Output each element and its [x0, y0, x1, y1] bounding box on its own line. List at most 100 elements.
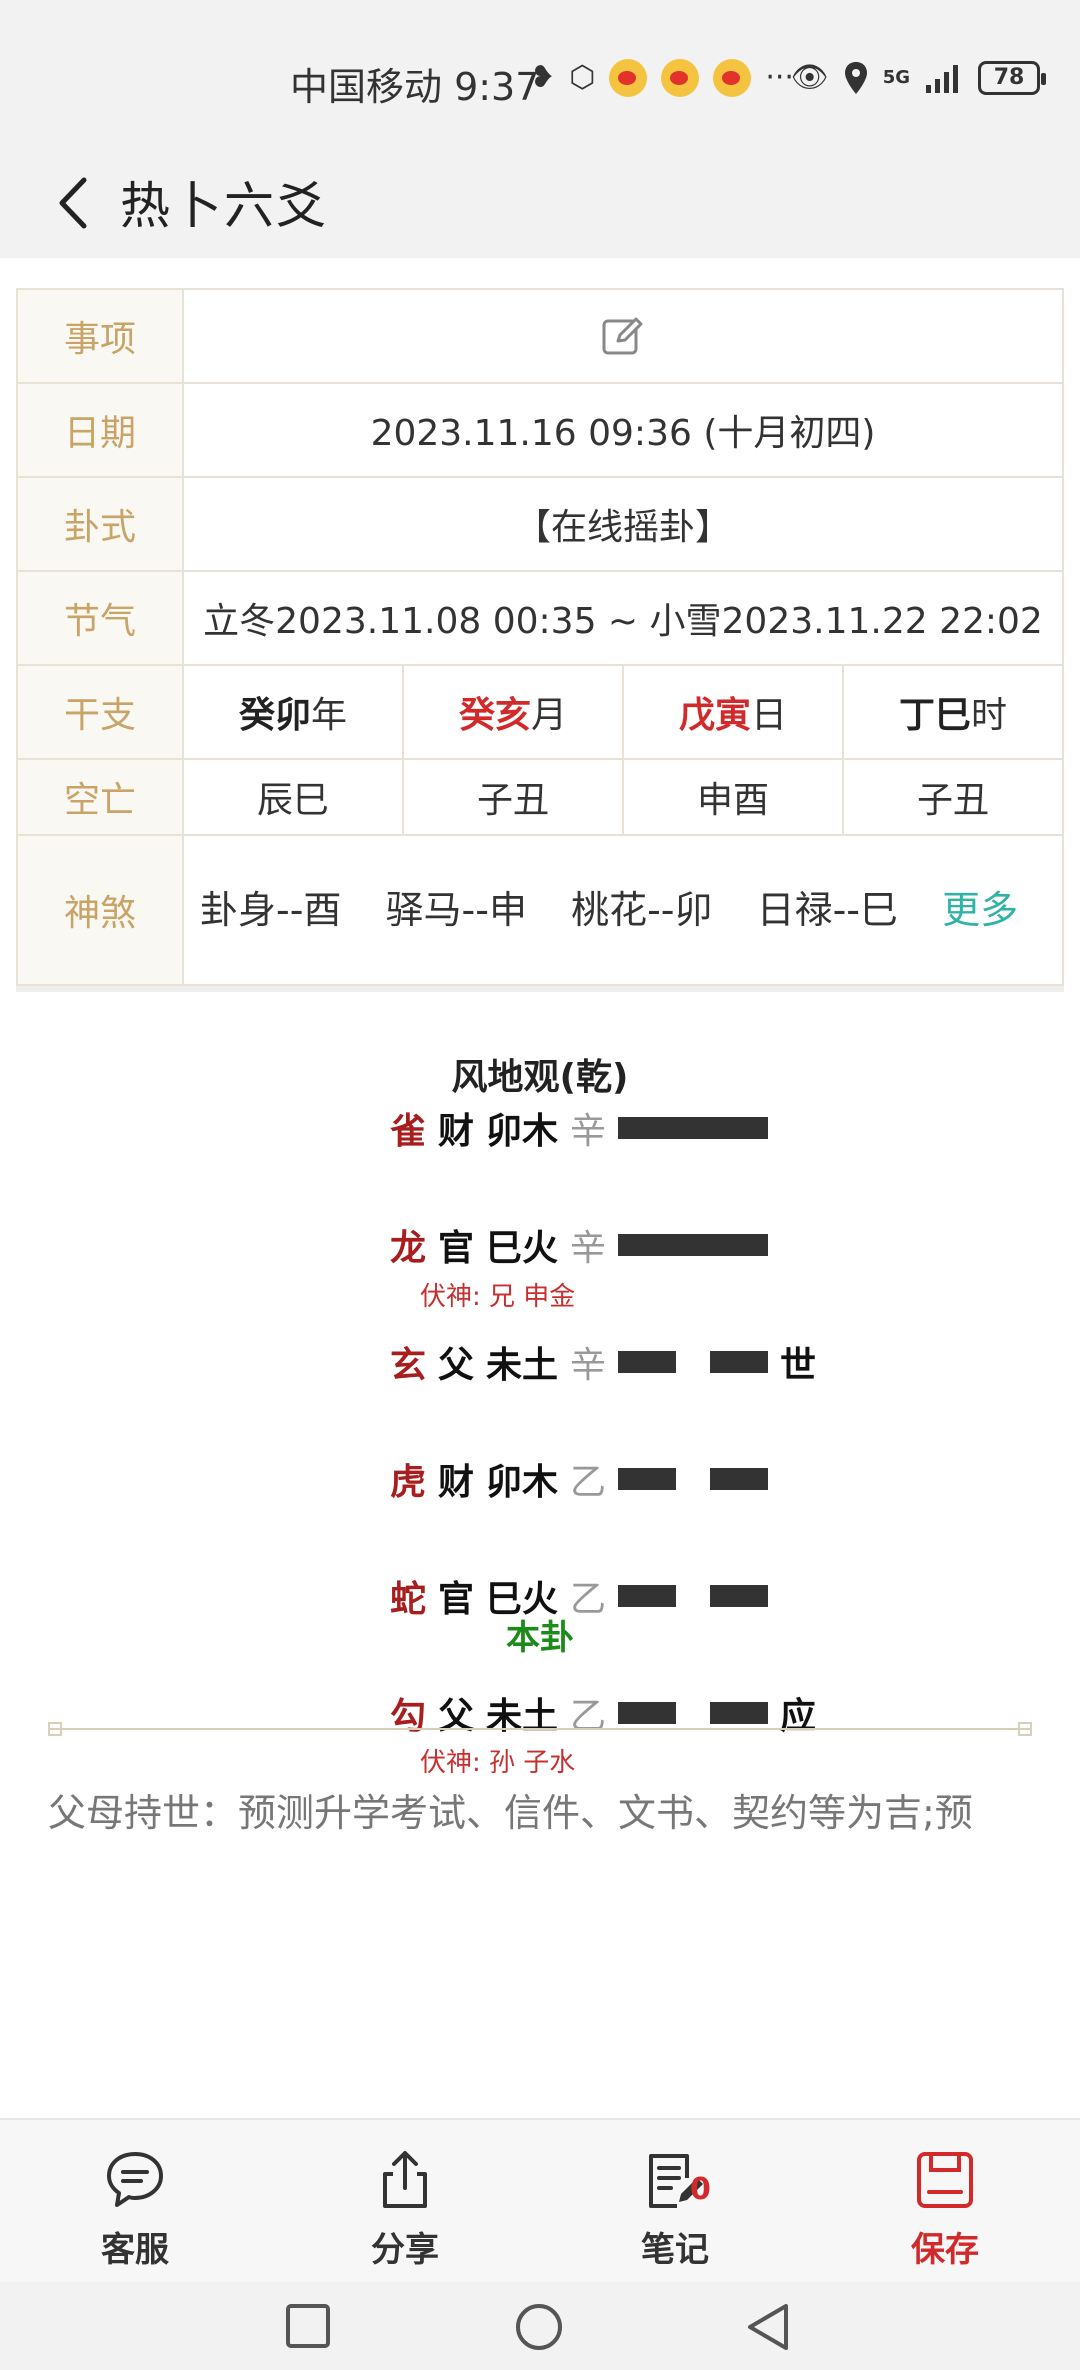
hexagram-line: 虎 财 卯木 乙	[390, 1449, 768, 1509]
notes-label: 笔记	[641, 2230, 709, 2270]
ganzhi-month: 癸亥月	[402, 664, 624, 760]
row-date: 日期 2023.11.16 09:36 (十月初四)	[16, 382, 1064, 478]
shensha-more-link[interactable]: 更多	[942, 888, 1018, 932]
save-icon	[917, 2152, 973, 2208]
line-relation: 财	[438, 1111, 475, 1152]
signal-icon	[926, 65, 958, 93]
yang-line	[618, 1117, 768, 1139]
line-spirit: 勾	[390, 1696, 427, 1737]
kongwang-day: 申酉	[622, 758, 844, 836]
ornamental-rule	[48, 1728, 1032, 1730]
system-nav-bar	[0, 2282, 1080, 2370]
shensha-list: 卦身--酉 驿马--申 桃花--卯 日禄--巳 更多	[182, 834, 1064, 986]
line-spirit: 玄	[390, 1345, 427, 1386]
save-label: 保存	[911, 2230, 979, 2270]
hexagon-icon: ⬡	[569, 60, 596, 95]
eye-icon: 👁	[790, 60, 829, 95]
label-date: 日期	[16, 382, 184, 478]
save-button[interactable]: 保存	[810, 2120, 1080, 2282]
row-solar-term: 节气 立冬2023.11.08 00:35 ~ 小雪2023.11.22 22:…	[16, 570, 1064, 666]
fushen-note: 伏神: 兄 申金	[420, 1282, 576, 1312]
rule-ornament-left	[48, 1722, 62, 1736]
kongwang-month: 子丑	[402, 758, 624, 836]
shi-marker: 世	[780, 1345, 817, 1386]
notes-button[interactable]: 0 笔记	[540, 2120, 810, 2282]
shensha-item: 桃花--卯	[571, 888, 713, 932]
fushen-note: 伏神: 孙 子水	[420, 1748, 576, 1778]
yin-line	[618, 1702, 768, 1724]
page-title: 热卜六爻	[120, 177, 328, 235]
month-unit: 月	[531, 695, 568, 736]
edit-icon[interactable]	[600, 313, 646, 359]
matter-edit-cell[interactable]	[182, 288, 1064, 384]
line-spirit: 龙	[390, 1228, 427, 1269]
recent-apps-icon[interactable]	[284, 2302, 332, 2350]
day-unit: 日	[751, 695, 788, 736]
row-method: 卦式 【在线摇卦】	[16, 476, 1064, 572]
ganzhi-year: 癸卯年	[182, 664, 404, 760]
notes-badge: 0	[690, 2172, 711, 2207]
hour-ganzhi: 丁巳	[898, 695, 971, 736]
line-branch: 巳火	[486, 1228, 559, 1269]
network-type: 5G	[882, 67, 910, 88]
line-relation: 财	[438, 1462, 475, 1503]
line-stem: 辛	[570, 1228, 607, 1269]
line-spirit: 虎	[390, 1462, 427, 1503]
ganzhi-hour: 丁巳时	[842, 664, 1064, 760]
line-stem: 辛	[570, 1345, 607, 1386]
yin-line	[618, 1585, 768, 1607]
back-icon[interactable]	[744, 2302, 792, 2352]
line-relation: 父	[438, 1696, 475, 1737]
location-icon	[844, 62, 867, 94]
system-icons: 👁 5G 78	[790, 56, 1046, 100]
shensha-item: 驿马--申	[385, 888, 527, 932]
home-icon[interactable]	[514, 2302, 564, 2352]
rule-ornament-right	[1018, 1722, 1032, 1736]
service-button[interactable]: 客服	[0, 2120, 270, 2282]
battery-indicator: 78	[978, 61, 1046, 95]
shensha-item: 日禄--巳	[756, 888, 899, 932]
kongwang-hour: 子丑	[842, 758, 1064, 836]
app-header: 热卜六爻	[0, 150, 1080, 258]
bottom-toolbar: 客服 分享 0 笔记 保存	[0, 2118, 1080, 2282]
line-branch: 卯木	[486, 1111, 559, 1152]
row-ganzhi: 干支 癸卯年 癸亥月 戊寅日 丁巳时	[16, 664, 1064, 760]
chat-bubble-icon	[107, 2152, 163, 2207]
status-bar: 中国移动 9:37 ❥ ⬡ ··· 👁 5G 78	[0, 0, 1080, 150]
yang-line	[618, 1234, 768, 1256]
hexagram-line: 勾 父 未土 乙 应	[390, 1683, 816, 1743]
hexagram-line: 雀 财 卯木 辛	[390, 1098, 768, 1158]
info-table: 事项 日期 2023.11.16 09:36 (十月初四) 卦式 【在线摇卦】 …	[16, 288, 1064, 986]
share-button[interactable]: 分享	[270, 2120, 540, 2282]
label-kongwang: 空亡	[16, 758, 184, 836]
label-solar-term: 节气	[16, 570, 184, 666]
hexagram-name: 风地观(乾)	[451, 1057, 629, 1098]
line-stem: 乙	[570, 1696, 607, 1737]
solar-term-value: 立冬2023.11.08 00:35 ~ 小雪2023.11.22 22:02	[182, 570, 1064, 666]
yin-line	[618, 1351, 768, 1373]
label-shensha: 神煞	[16, 834, 184, 986]
service-label: 客服	[101, 2230, 169, 2270]
back-arrow-icon[interactable]	[40, 168, 110, 238]
year-ganzhi: 癸卯	[238, 695, 311, 736]
weibo-icon	[661, 59, 700, 97]
year-unit: 年	[311, 695, 348, 736]
hexagram-caption: 本卦	[506, 1618, 574, 1658]
line-branch: 未土	[486, 1345, 559, 1386]
main-content: 事项 日期 2023.11.16 09:36 (十月初四) 卦式 【在线摇卦】 …	[0, 258, 1080, 2118]
label-ganzhi: 干支	[16, 664, 184, 760]
hexagram-line: 龙 官 巳火 辛	[390, 1215, 768, 1275]
section-divider	[16, 986, 1064, 992]
ying-marker: 应	[780, 1696, 817, 1737]
ganzhi-day: 戊寅日	[622, 664, 844, 760]
line-branch: 未土	[486, 1696, 559, 1737]
yin-line	[618, 1468, 768, 1490]
carrier-time: 中国移动 9:37	[290, 65, 540, 109]
share-icon	[383, 2151, 427, 2208]
line-relation: 父	[438, 1345, 475, 1386]
date-value: 2023.11.16 09:36 (十月初四)	[182, 382, 1064, 478]
label-matter: 事项	[16, 288, 184, 384]
hexagram-line: 玄 父 未土 辛 世	[390, 1332, 816, 1392]
kongwang-year: 辰巳	[182, 758, 404, 836]
heart-sign-icon: ❥	[530, 60, 556, 95]
